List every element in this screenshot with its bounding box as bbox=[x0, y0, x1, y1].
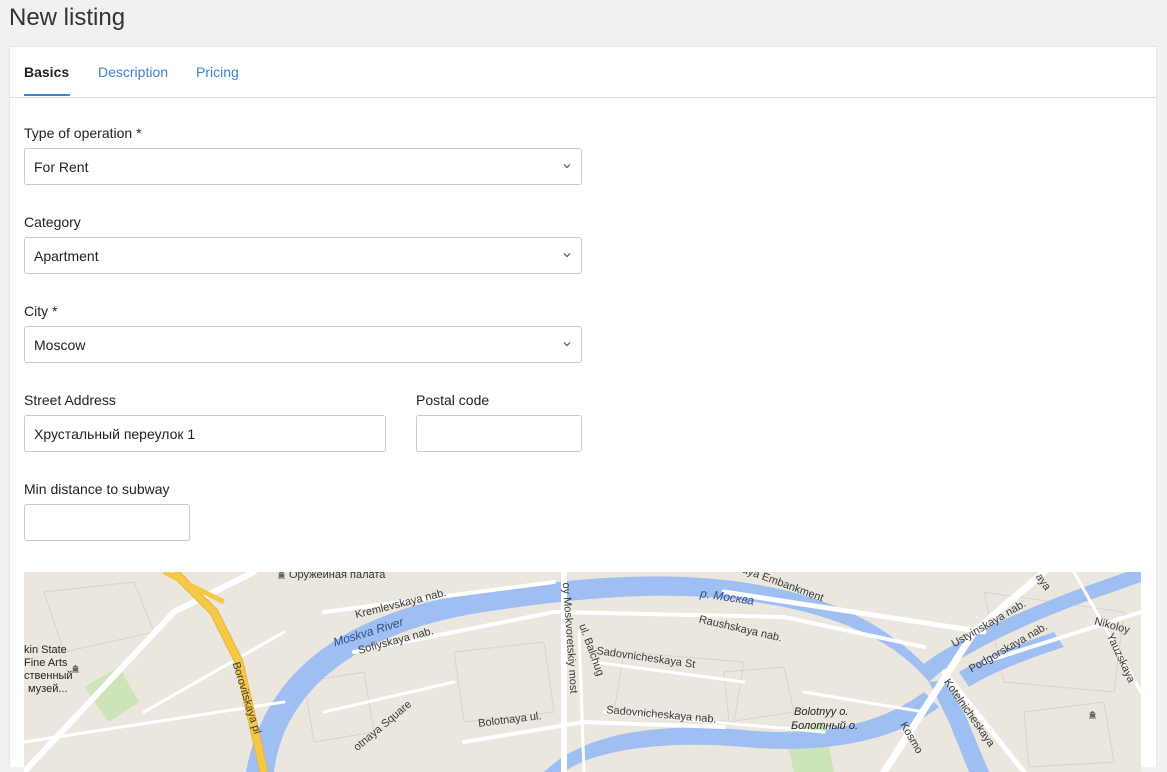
city-label: City * bbox=[24, 303, 58, 319]
category-select[interactable]: Apartment bbox=[24, 237, 582, 274]
location-map[interactable]: Оружейная палата Kremlevskaya nab. Moskv… bbox=[24, 572, 1141, 772]
map-label-bolotnyy-en: Bolotnyy o. bbox=[794, 706, 849, 718]
chevron-down-icon bbox=[563, 164, 571, 169]
museum-icon bbox=[1088, 710, 1097, 719]
postal-code-input[interactable] bbox=[416, 415, 582, 452]
map-label-museum-1: kin State bbox=[24, 644, 67, 656]
street-address-input[interactable]: Хрустальный переулок 1 bbox=[24, 415, 386, 452]
map-label-museum-2: Fine Arts bbox=[24, 657, 68, 669]
tab-basics[interactable]: Basics bbox=[24, 64, 69, 80]
chevron-down-icon bbox=[563, 342, 571, 347]
chevron-down-icon bbox=[563, 253, 571, 258]
operation-value: For Rent bbox=[34, 159, 89, 175]
street-address-value: Хрустальный переулок 1 bbox=[34, 426, 196, 442]
postal-label: Postal code bbox=[416, 392, 490, 408]
map-label-armoury: Оружейная палата bbox=[289, 572, 386, 581]
active-tab-indicator bbox=[24, 94, 70, 96]
tab-bar: Basics Description Pricing bbox=[10, 47, 1156, 98]
operation-select[interactable]: For Rent bbox=[24, 148, 582, 185]
street-label: Street Address bbox=[24, 392, 116, 408]
map-label-museum-3: ственный bbox=[24, 670, 73, 682]
city-select[interactable]: Moscow bbox=[24, 326, 582, 363]
map-label-museum-4: музей... bbox=[28, 683, 68, 695]
subway-distance-input[interactable] bbox=[24, 504, 190, 541]
city-value: Moscow bbox=[34, 337, 86, 353]
listing-form-card: Basics Description Pricing Type of opera… bbox=[9, 46, 1157, 772]
museum-icon bbox=[277, 572, 286, 579]
map-label-bolotnyy-ru: Болотный о. bbox=[791, 720, 859, 732]
tab-description[interactable]: Description bbox=[98, 64, 168, 80]
tab-pricing[interactable]: Pricing bbox=[196, 64, 239, 80]
museum-icon bbox=[71, 664, 80, 673]
category-value: Apartment bbox=[34, 248, 99, 264]
subway-label: Min distance to subway bbox=[24, 481, 170, 497]
page-title: New listing bbox=[9, 4, 126, 31]
category-label: Category bbox=[24, 214, 81, 230]
operation-label: Type of operation * bbox=[24, 125, 142, 141]
